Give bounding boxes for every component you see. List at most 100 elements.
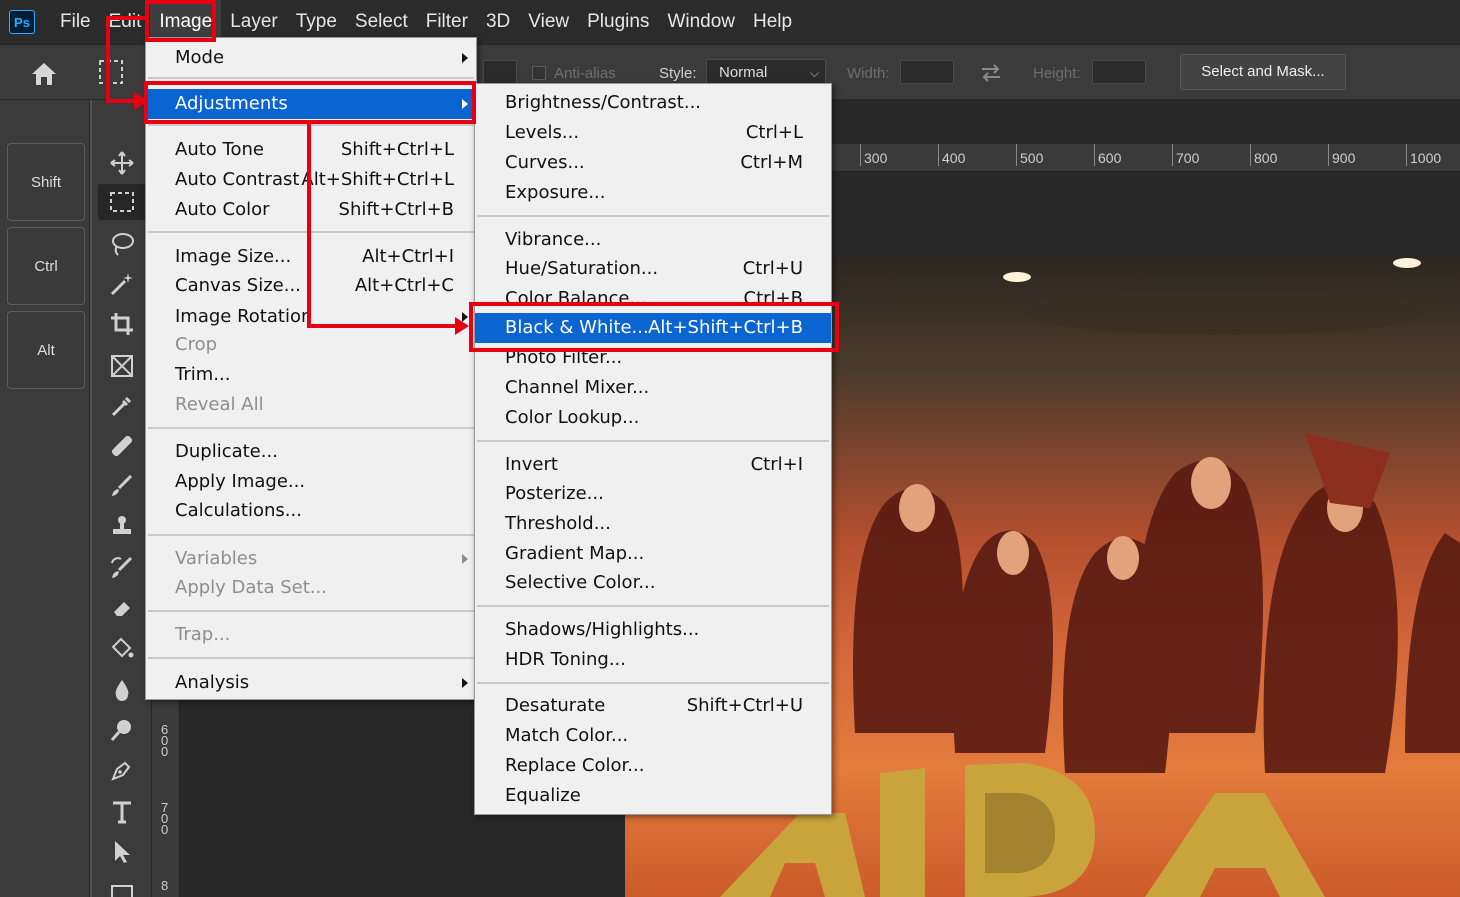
adjustments-item-curves[interactable]: Curves... Ctrl+M: [475, 148, 831, 178]
style-value: Normal: [719, 64, 768, 81]
menu-item-shortcut: Shift+Ctrl+U: [686, 695, 803, 716]
adjustments-item-photo-filter[interactable]: Photo Filter...: [475, 343, 831, 373]
menu-window[interactable]: Window: [658, 0, 744, 44]
menu-file[interactable]: File: [51, 0, 100, 44]
image-menu-item-auto-contrast[interactable]: Auto Contrast Alt+Shift+Ctrl+L: [146, 165, 476, 195]
marquee-tool-icon[interactable]: [98, 184, 146, 220]
adjustments-item-black-white[interactable]: Black & White... Alt+Shift+Ctrl+B: [475, 313, 831, 343]
menu-item-label: Trim...: [175, 364, 231, 385]
adjustments-item-desaturate[interactable]: Desaturate Shift+Ctrl+U: [475, 691, 831, 721]
adjustments-item-levels[interactable]: Levels... Ctrl+L: [475, 118, 831, 148]
path-selection-tool-icon[interactable]: [98, 834, 146, 870]
feather-field[interactable]: [483, 60, 517, 84]
menu-item-label: Vibrance...: [505, 229, 602, 250]
adjustments-item-color-balance[interactable]: Color Balance... Ctrl+B: [475, 284, 831, 302]
menu-item-label: Equalize: [505, 785, 581, 806]
adjustments-submenu: Brightness/Contrast... Levels... Ctrl+L …: [474, 83, 832, 815]
alt-key-button[interactable]: Alt: [7, 311, 85, 389]
image-menu-item-crop[interactable]: Crop: [146, 330, 476, 360]
menu-item-shortcut: Alt+Shift+Ctrl+L: [301, 169, 454, 190]
menu-separator: [477, 605, 829, 607]
dodge-tool-icon[interactable]: [98, 712, 146, 748]
ruler-tick: 700: [161, 800, 169, 837]
adjustments-item-equalize[interactable]: Equalize: [475, 781, 831, 811]
image-menu-item-auto-color[interactable]: Auto Color Shift+Ctrl+B: [146, 195, 476, 225]
pen-tool-icon[interactable]: [98, 752, 146, 788]
menu-item-shortcut: Ctrl+M: [740, 152, 803, 173]
ctrl-key-button[interactable]: Ctrl: [7, 227, 85, 305]
adjustments-item-exposure[interactable]: Exposure...: [475, 178, 831, 208]
adjustments-item-brightness-contrast[interactable]: Brightness/Contrast...: [475, 88, 831, 118]
marquee-preset-icon[interactable]: [98, 59, 124, 85]
menu-help[interactable]: Help: [744, 0, 801, 44]
menu-item-shortcut: Ctrl+L: [745, 122, 803, 143]
magic-wand-tool-icon[interactable]: [98, 266, 146, 302]
adjustments-item-replace-color[interactable]: Replace Color...: [475, 751, 831, 781]
image-menu-item-calculations[interactable]: Calculations...: [146, 496, 476, 526]
adjustments-item-gradient-map[interactable]: Gradient Map...: [475, 539, 831, 569]
lasso-tool-icon[interactable]: [98, 226, 146, 262]
frame-tool-icon[interactable]: [98, 348, 146, 384]
image-menu-item-apply-image[interactable]: Apply Image...: [146, 467, 476, 497]
image-menu-item-image-size[interactable]: Image Size... Alt+Ctrl+I: [146, 242, 476, 272]
submenu-arrow-icon: [462, 99, 468, 109]
menu-item-label: Hue/Saturation...: [505, 258, 659, 279]
select-and-mask-button[interactable]: Select and Mask...: [1180, 54, 1346, 90]
paint-bucket-tool-icon[interactable]: [98, 630, 146, 666]
image-menu-item-adjustments[interactable]: Adjustments: [146, 89, 476, 119]
image-menu-item-image-rotation[interactable]: Image Rotation: [146, 302, 476, 332]
rectangle-tool-icon[interactable]: [98, 874, 146, 897]
image-menu-item-reveal-all[interactable]: Reveal All: [146, 390, 476, 420]
menu-item-label: Auto Color: [175, 199, 270, 220]
crop-tool-icon[interactable]: [98, 306, 146, 342]
blur-tool-icon[interactable]: [98, 672, 146, 708]
ruler-tick: 8: [161, 878, 169, 893]
image-menu-item-duplicate[interactable]: Duplicate...: [146, 437, 476, 467]
adjustments-item-color-lookup[interactable]: Color Lookup...: [475, 403, 831, 433]
image-menu-item-trim[interactable]: Trim...: [146, 360, 476, 390]
adjustments-item-channel-mixer[interactable]: Channel Mixer...: [475, 373, 831, 403]
clone-stamp-tool-icon[interactable]: [98, 508, 146, 544]
adjustments-item-hue-saturation[interactable]: Hue/Saturation... Ctrl+U: [475, 254, 831, 284]
eraser-tool-icon[interactable]: [98, 590, 146, 626]
height-label: Height:: [1033, 64, 1081, 82]
menu-plugins[interactable]: Plugins: [578, 0, 658, 44]
adjustments-item-shadows-highlights[interactable]: Shadows/Highlights...: [475, 615, 831, 645]
menu-view[interactable]: View: [519, 0, 578, 44]
height-field[interactable]: [1092, 60, 1146, 84]
adjustments-item-selective-color[interactable]: Selective Color...: [475, 568, 831, 598]
menu-item-shortcut: Ctrl+I: [750, 454, 803, 475]
image-menu-item-variables[interactable]: Variables: [146, 544, 476, 574]
anti-alias-checkbox[interactable]: [532, 66, 546, 80]
image-menu-item-canvas-size[interactable]: Canvas Size... Alt+Ctrl+C: [146, 271, 476, 301]
move-tool-icon[interactable]: [98, 145, 146, 181]
menu-item-label: Trap...: [175, 624, 231, 645]
width-field[interactable]: [900, 60, 954, 84]
adjustments-item-match-color[interactable]: Match Color...: [475, 721, 831, 751]
type-tool-icon[interactable]: [98, 794, 146, 830]
brush-tool-icon[interactable]: [98, 468, 146, 504]
adjustments-item-invert[interactable]: Invert Ctrl+I: [475, 450, 831, 480]
image-menu-item-apply-data-set[interactable]: Apply Data Set...: [146, 573, 476, 603]
ruler-tick: 500: [1015, 144, 1044, 166]
image-menu-item-mode[interactable]: Mode: [146, 43, 476, 73]
shift-key-button[interactable]: Shift: [7, 143, 85, 221]
home-icon[interactable]: [30, 61, 58, 87]
menu-item-label: Image Rotation: [175, 306, 313, 327]
eyedropper-tool-icon[interactable]: [98, 388, 146, 424]
menu-item-shortcut: Alt+Shift+Ctrl+B: [648, 317, 803, 338]
healing-brush-tool-icon[interactable]: [98, 428, 146, 464]
adjustments-item-threshold[interactable]: Threshold...: [475, 509, 831, 539]
image-menu-item-trap[interactable]: Trap...: [146, 620, 476, 650]
swap-icon[interactable]: [978, 62, 1004, 84]
menu-3d[interactable]: 3D: [477, 0, 519, 44]
menu-item-label: Desaturate: [505, 695, 606, 716]
menu-edit[interactable]: Edit: [100, 0, 151, 44]
history-brush-tool-icon[interactable]: [98, 550, 146, 586]
image-menu-item-auto-tone[interactable]: Auto Tone Shift+Ctrl+L: [146, 135, 476, 165]
adjustments-item-vibrance[interactable]: Vibrance...: [475, 225, 831, 255]
adjustments-item-posterize[interactable]: Posterize...: [475, 479, 831, 509]
menu-separator: [148, 124, 474, 126]
adjustments-item-hdr-toning[interactable]: HDR Toning...: [475, 645, 831, 675]
image-menu-item-analysis[interactable]: Analysis: [146, 668, 476, 698]
